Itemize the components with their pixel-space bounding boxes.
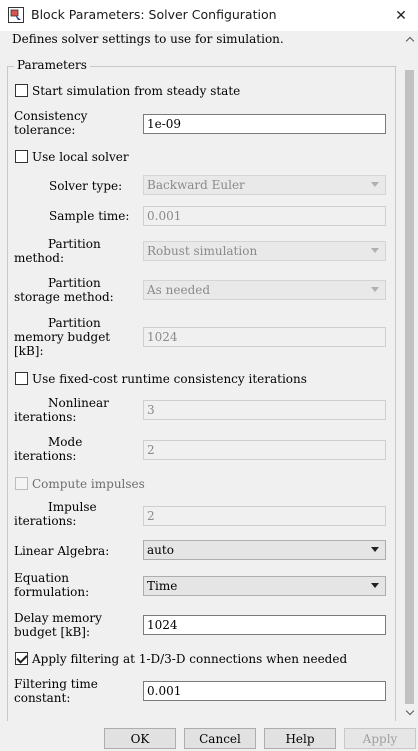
delay-memory-budget-input[interactable]: 1024 (143, 615, 386, 635)
fixed-cost-iterations-checkbox[interactable] (15, 372, 28, 385)
use-local-solver-checkbox[interactable] (15, 150, 28, 163)
ok-button[interactable]: OK (104, 728, 176, 749)
partition-memory-budget-input: 1024 (143, 327, 386, 347)
solver-type-label: Solver type: (49, 179, 123, 193)
scroll-up-icon[interactable] (401, 31, 418, 48)
compute-impulses-checkbox (15, 477, 28, 490)
scrollbar-thumb[interactable] (405, 70, 414, 704)
chevron-down-icon (371, 547, 379, 552)
sample-time-label: Sample time: (49, 209, 130, 223)
apply-filtering-checkbox[interactable] (15, 652, 28, 665)
nonlinear-iterations-input: 3 (143, 400, 386, 420)
delay-memory-budget-label: Delay memory budget [kB]: (14, 611, 102, 639)
linear-algebra-select[interactable]: auto (143, 540, 386, 560)
equation-formulation-select[interactable]: Time (143, 576, 386, 596)
partition-memory-budget-label: Partition memory budget [kB]: (14, 316, 111, 358)
chevron-down-icon (371, 287, 379, 292)
start-steady-state-checkbox[interactable] (15, 84, 28, 97)
cancel-button[interactable]: Cancel (184, 728, 256, 749)
start-steady-state-label[interactable]: Start simulation from steady state (32, 84, 240, 98)
sample-time-input: 0.001 (143, 206, 386, 226)
partition-method-select: Robust simulation (143, 241, 386, 261)
apply-filtering-label[interactable]: Apply filtering at 1-D/3-D connections w… (32, 652, 347, 666)
help-button[interactable]: Help (264, 728, 336, 749)
fixed-cost-iterations-label[interactable]: Use fixed-cost runtime consistency itera… (32, 372, 307, 386)
compute-impulses-label: Compute impulses (32, 477, 145, 491)
apply-button: Apply (344, 728, 416, 749)
linear-algebra-label: Linear Algebra: (14, 544, 110, 558)
block-description: Defines solver settings to use for simul… (12, 32, 284, 46)
impulse-iterations-label: Impulse iterations: (14, 500, 97, 528)
partition-storage-method-select: As needed (143, 280, 386, 300)
chevron-down-icon (371, 583, 379, 588)
mode-iterations-input: 2 (143, 440, 386, 460)
filtering-time-constant-input[interactable]: 0.001 (143, 681, 386, 701)
partition-storage-method-label: Partition storage method: (14, 276, 114, 304)
equation-formulation-label: Equation formulation: (14, 571, 90, 599)
dialog-content[interactable]: Defines solver settings to use for simul… (0, 31, 401, 721)
use-local-solver-label[interactable]: Use local solver (32, 150, 129, 164)
block-app-icon (8, 7, 24, 23)
consistency-tolerance-label: Consistency tolerance: (14, 109, 88, 137)
partition-method-label: Partition method: (14, 237, 101, 265)
mode-iterations-label: Mode iterations: (14, 435, 83, 463)
scroll-down-icon[interactable] (401, 704, 418, 721)
nonlinear-iterations-label: Nonlinear iterations: (14, 396, 109, 424)
solver-type-select: Backward Euler (143, 175, 386, 195)
vertical-scrollbar[interactable] (401, 31, 418, 721)
chevron-down-icon (371, 248, 379, 253)
close-icon[interactable]: ✕ (384, 0, 418, 31)
title-bar: Block Parameters: Solver Configuration ✕ (0, 0, 418, 31)
filtering-time-constant-label: Filtering time constant: (14, 677, 98, 705)
consistency-tolerance-input[interactable]: 1e-09 (143, 114, 386, 134)
impulse-iterations-input: 2 (143, 506, 386, 526)
chevron-down-icon (371, 182, 379, 187)
button-bar: OK Cancel Help Apply (0, 721, 418, 751)
parameters-legend: Parameters (14, 58, 90, 72)
window-title: Block Parameters: Solver Configuration (31, 7, 277, 22)
